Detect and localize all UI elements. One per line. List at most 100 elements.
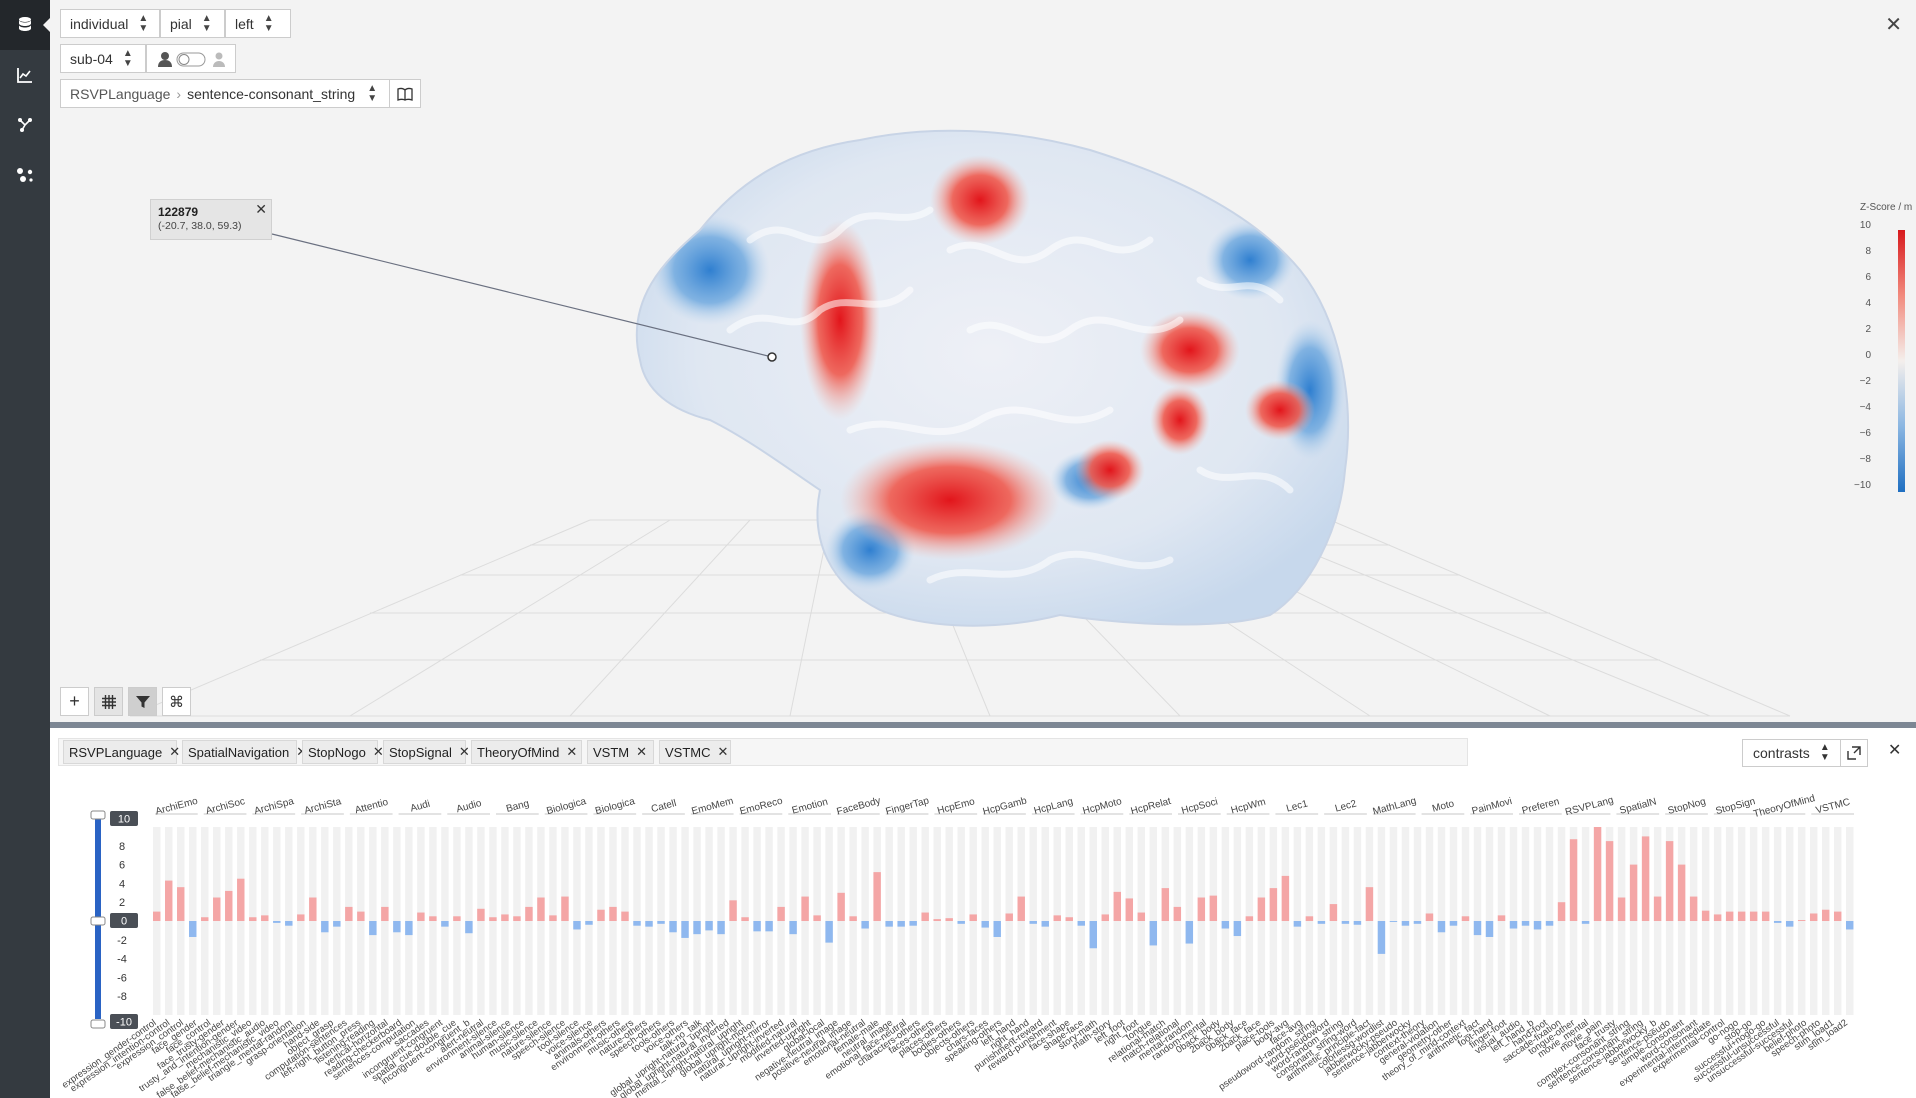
- contrast-bar[interactable]: [513, 916, 521, 921]
- contrast-bar[interactable]: [237, 878, 245, 921]
- contrast-bar[interactable]: [357, 911, 365, 921]
- contrast-bar[interactable]: [1557, 902, 1566, 921]
- contrast-bar[interactable]: [1641, 836, 1650, 921]
- contrast-bar[interactable]: [573, 921, 581, 930]
- contrast-bar[interactable]: [1185, 921, 1194, 944]
- contrast-bar[interactable]: [381, 906, 389, 921]
- task-tag[interactable]: VSTM ✕: [587, 740, 654, 764]
- task-tag[interactable]: VSTMC ✕: [659, 740, 731, 764]
- contrast-bar[interactable]: [321, 921, 329, 933]
- contrast-bar[interactable]: [309, 897, 317, 922]
- contrast-bar[interactable]: [285, 921, 293, 926]
- contrast-bar[interactable]: [1197, 897, 1206, 922]
- contrast-bar[interactable]: [1221, 921, 1230, 929]
- remove-tag-icon[interactable]: ✕: [566, 744, 577, 760]
- contrast-bar[interactable]: [489, 917, 497, 921]
- contrast-bar[interactable]: [825, 921, 833, 943]
- contrast-bar[interactable]: [1617, 897, 1626, 922]
- contrast-bar[interactable]: [1401, 921, 1410, 926]
- contrast-bar[interactable]: [345, 906, 353, 921]
- mode-select[interactable]: contrasts ▲ ▼: [1742, 739, 1841, 767]
- contrast-bar[interactable]: [417, 912, 425, 921]
- contrast-bar[interactable]: [165, 880, 173, 921]
- contrast-bar[interactable]: [933, 919, 941, 921]
- contrast-bar[interactable]: [1149, 921, 1158, 946]
- contrast-bar[interactable]: [1545, 921, 1554, 926]
- remove-tag-icon[interactable]: ✕: [169, 744, 180, 760]
- contrast-bar[interactable]: [1005, 913, 1013, 921]
- contrast-bar[interactable]: [393, 921, 401, 933]
- remove-tag-icon[interactable]: ✕: [718, 744, 729, 760]
- contrast-bar[interactable]: [1605, 841, 1614, 921]
- contrast-bar[interactable]: [1341, 921, 1350, 924]
- task-tag[interactable]: StopNogo ✕: [302, 740, 384, 764]
- remove-tag-icon[interactable]: ✕: [459, 744, 470, 760]
- contrast-bar[interactable]: [981, 921, 989, 928]
- contrast-bar[interactable]: [1761, 911, 1770, 921]
- contrast-bar[interactable]: [1161, 888, 1170, 921]
- brain-surface[interactable]: [610, 110, 1370, 650]
- contrast-bar[interactable]: [561, 896, 569, 921]
- contrast-bar[interactable]: [777, 906, 785, 921]
- hub-icon[interactable]: [0, 150, 50, 200]
- contrast-bar[interactable]: [537, 897, 545, 922]
- contrast-bar[interactable]: [993, 921, 1001, 937]
- remove-tag-icon[interactable]: ✕: [636, 744, 647, 760]
- contrast-bar[interactable]: [1173, 906, 1182, 921]
- surface-select[interactable]: pial ▲ ▼: [160, 9, 225, 38]
- contrast-bar[interactable]: [873, 872, 881, 921]
- contrast-bar[interactable]: [909, 921, 917, 926]
- contrast-bar[interactable]: [1437, 921, 1446, 933]
- contrast-bar[interactable]: [1137, 912, 1146, 921]
- close-icon[interactable]: ✕: [1888, 740, 1901, 760]
- contrast-bar[interactable]: [765, 921, 773, 932]
- contrast-bar[interactable]: [657, 921, 665, 924]
- contrast-bar[interactable]: [1377, 921, 1386, 954]
- contrast-bar[interactable]: [1629, 864, 1638, 921]
- selected-vertex-marker[interactable]: [767, 352, 777, 362]
- contrast-bar[interactable]: [1029, 921, 1037, 924]
- contrast-bar[interactable]: [1041, 921, 1049, 927]
- contrast-bar[interactable]: [1413, 921, 1422, 924]
- contrast-bar[interactable]: [897, 921, 905, 927]
- contrast-bar[interactable]: [1293, 921, 1302, 927]
- brain-viewer[interactable]: Z-Score / m 10 8 6 4 2 0 −2 −4 −6 −8 −10 individua…: [50, 0, 1916, 722]
- task-tag[interactable]: StopSignal ✕: [383, 740, 470, 764]
- contrast-bar[interactable]: [1017, 896, 1025, 921]
- contrast-bar[interactable]: [177, 887, 185, 921]
- contrast-bar[interactable]: [837, 892, 845, 921]
- contrast-bar[interactable]: [1089, 921, 1097, 949]
- contrast-bar[interactable]: [1845, 921, 1854, 930]
- contrast-bar[interactable]: [669, 921, 677, 933]
- contrast-bar[interactable]: [741, 917, 749, 921]
- task-tag[interactable]: RSVPLanguage ✕: [63, 740, 180, 764]
- contrast-bar[interactable]: [681, 921, 689, 938]
- contrast-bar[interactable]: [1713, 914, 1722, 921]
- database-icon[interactable]: [0, 0, 51, 50]
- contrast-bar[interactable]: [1797, 920, 1806, 921]
- contrast-bar[interactable]: [729, 900, 737, 921]
- grid-toggle[interactable]: [94, 687, 123, 716]
- book-icon[interactable]: [389, 79, 421, 108]
- task-tag[interactable]: SpatialNavigation✕: [182, 740, 307, 764]
- contrast-bar[interactable]: [477, 908, 485, 921]
- contrast-bar[interactable]: [201, 917, 209, 921]
- contrast-bar[interactable]: [213, 897, 221, 922]
- contrast-bar[interactable]: [1533, 921, 1542, 930]
- contrast-bar[interactable]: [1077, 921, 1085, 926]
- contrast-bar[interactable]: [1125, 898, 1134, 921]
- contrast-bar[interactable]: [645, 921, 653, 927]
- contrast-bar[interactable]: [525, 906, 533, 921]
- contrast-bar[interactable]: [1653, 896, 1662, 921]
- contrast-bar[interactable]: [1209, 895, 1218, 921]
- contrast-bar[interactable]: [1329, 904, 1338, 921]
- contrast-bar[interactable]: [1833, 911, 1842, 921]
- contrast-bar[interactable]: [153, 911, 161, 921]
- contrast-select-value[interactable]: sentence-consonant_string: [187, 86, 355, 102]
- contrast-bar[interactable]: [1677, 864, 1686, 921]
- filter-toggle[interactable]: [128, 687, 157, 716]
- chart-icon[interactable]: [0, 50, 50, 100]
- contrast-bar[interactable]: [1281, 875, 1290, 921]
- contrast-bar[interactable]: [1689, 896, 1698, 921]
- contrast-bar[interactable]: [1701, 910, 1710, 921]
